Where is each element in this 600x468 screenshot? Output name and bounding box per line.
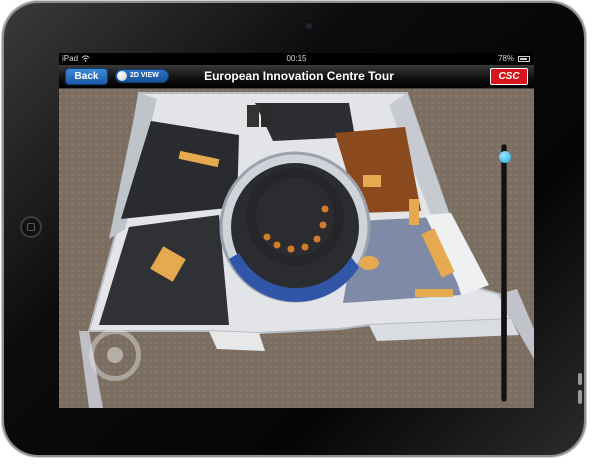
battery-icon [518,56,530,62]
app-screen: iPad 00:15 78% Back 2D VIEW European Inn… [59,53,534,408]
zoom-slider-track[interactable] [501,144,507,402]
view-toggle-label: 2D VIEW [130,72,159,79]
ipad-frame: iPad 00:15 78% Back 2D VIEW European Inn… [4,3,584,455]
battery-percent: 78% [497,54,514,63]
navigation-bar: Back 2D VIEW European Innovation Centre … [59,65,534,89]
home-button[interactable] [20,216,42,238]
status-bar: iPad 00:15 78% [59,53,534,65]
volume-switch [578,373,582,385]
view-mode-toggle[interactable]: 2D VIEW [115,69,169,83]
floorplan-3d-viewport[interactable] [59,89,534,408]
page-title: European Innovation Centre Tour [204,69,394,83]
toggle-knob [117,71,127,81]
volume-button [578,390,582,404]
brand-logo: CSC [490,68,528,85]
clock: 00:15 [286,54,307,63]
joystick-icon[interactable] [89,329,141,381]
back-button[interactable]: Back [65,68,108,85]
camera-icon [306,23,312,29]
